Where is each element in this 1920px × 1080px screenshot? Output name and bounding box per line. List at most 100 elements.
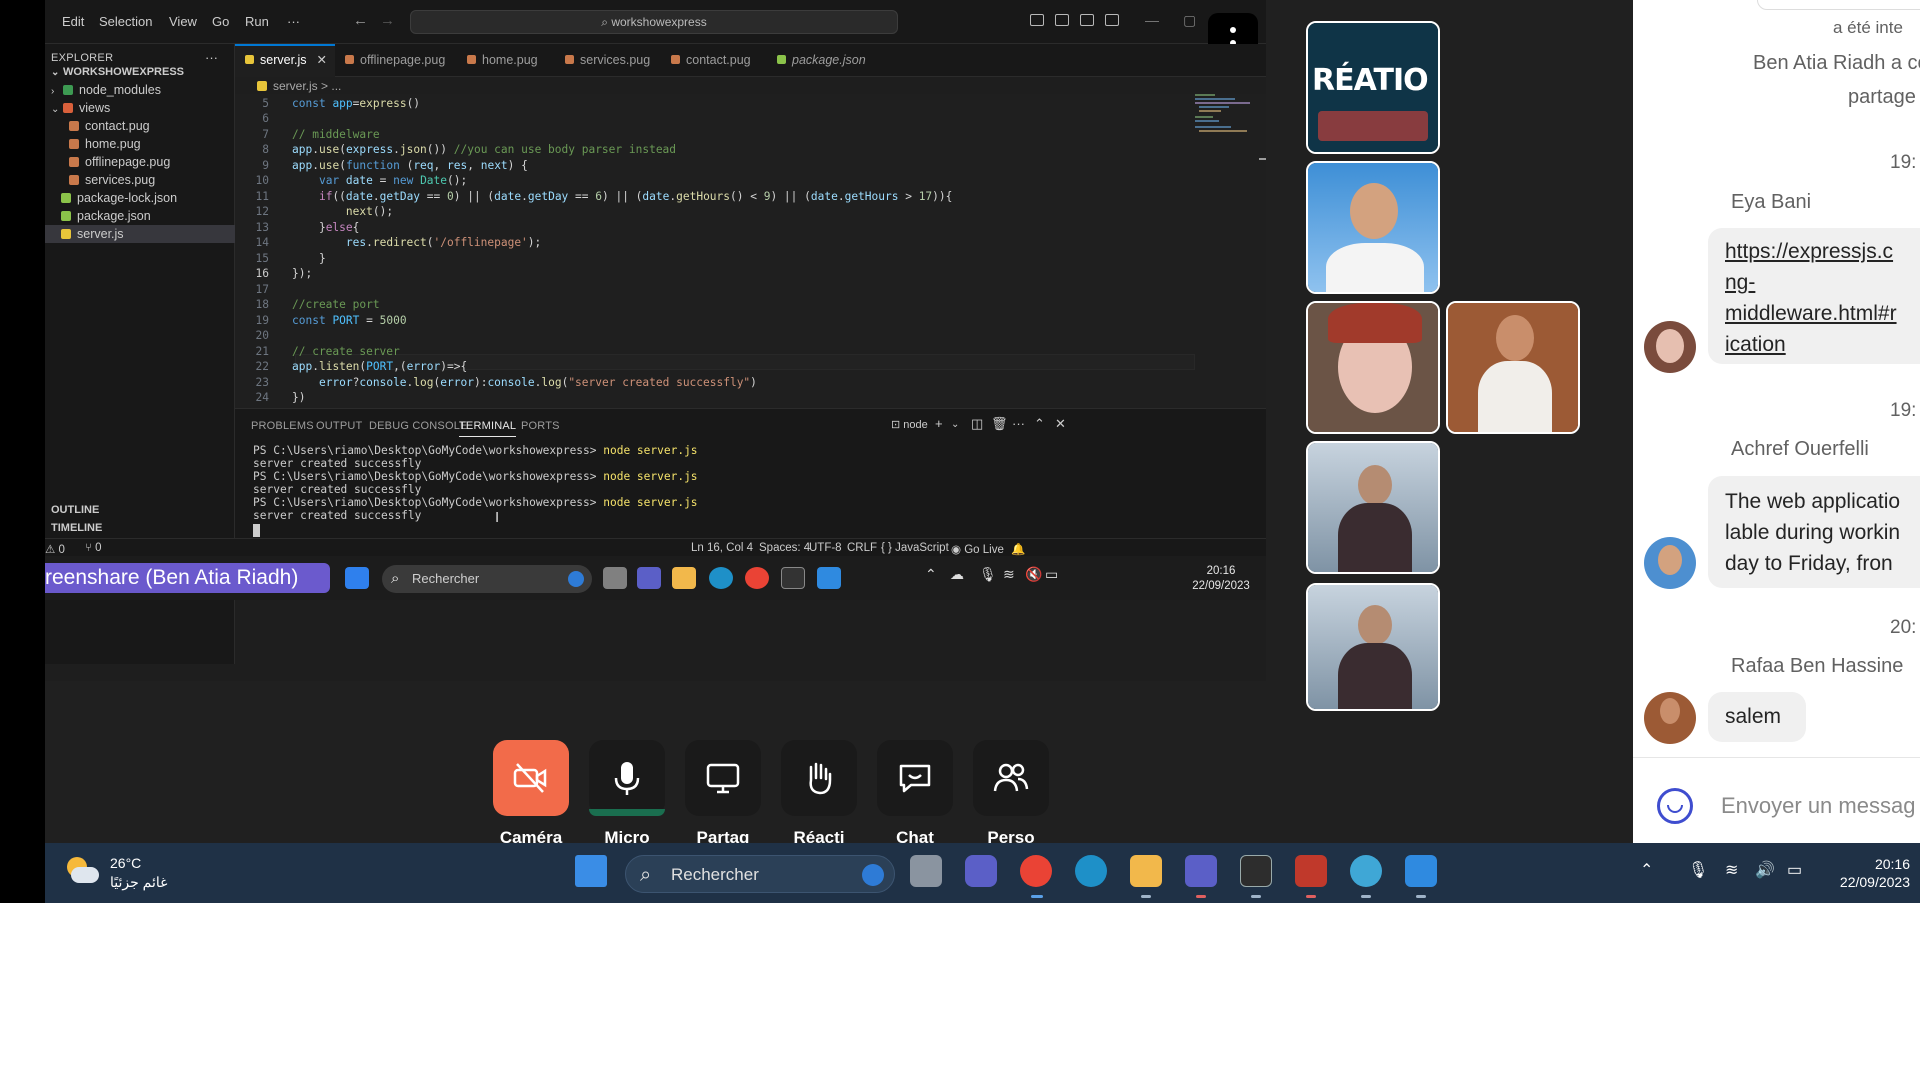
editor-scrollbar[interactable] (1257, 94, 1266, 408)
participant-tile-4[interactable] (1446, 301, 1580, 434)
reactions-button[interactable]: Réacti (781, 740, 857, 847)
terminal-app-icon[interactable] (1240, 855, 1272, 887)
panel-tab-terminal[interactable]: TERMINAL (459, 420, 517, 437)
taskbar-search[interactable]: ⌕ Rechercher (382, 565, 592, 593)
customize-layout-icon[interactable] (1105, 14, 1119, 26)
tab-package-json[interactable]: package.json (767, 44, 877, 77)
teams-chat-icon[interactable] (965, 855, 997, 887)
teams-icon[interactable] (1185, 855, 1217, 887)
maximize-panel-icon[interactable]: ⌃ (1034, 416, 1045, 432)
tree-item-views[interactable]: ⌄ views (45, 99, 235, 117)
menu-go[interactable]: Go (212, 14, 229, 29)
tray-chevron-icon[interactable]: ⌃ (925, 566, 937, 583)
problems-warnings[interactable]: ⑂ 0 (85, 542, 102, 554)
toggle-sidebar-icon[interactable] (1030, 14, 1044, 26)
participant-tile-6[interactable] (1306, 583, 1440, 711)
chrome-icon[interactable] (1020, 855, 1052, 887)
message-link-line[interactable]: middleware.html#r (1725, 302, 1897, 325)
toggle-secondary-sidebar-icon[interactable] (1080, 14, 1094, 26)
close-tab-icon[interactable]: ✕ (317, 46, 327, 75)
end-of-line[interactable]: CRLF (847, 542, 877, 554)
split-terminal-icon[interactable]: ◫ (971, 416, 983, 432)
terminal-shell-selector[interactable]: ⊡ node (891, 418, 928, 431)
participant-tile-2[interactable] (1306, 161, 1440, 294)
message-bubble[interactable]: The web applicatio lable during workin d… (1708, 476, 1920, 588)
tree-item-package-json[interactable]: package.json (45, 207, 235, 225)
panel-more-icon[interactable]: ··· (1012, 416, 1025, 431)
avatar[interactable] (1644, 321, 1696, 373)
avatar[interactable] (1644, 692, 1696, 744)
tree-item-node_modules[interactable]: › node_modules (45, 81, 235, 99)
tree-item-offlinepage-pug[interactable]: offlinepage.pug (45, 153, 235, 171)
file-explorer-icon[interactable] (1130, 855, 1162, 887)
participant-tile-logo[interactable]: RÉATIO (1306, 21, 1440, 154)
taskbar-search[interactable]: ⌕ Rechercher (625, 855, 895, 893)
menu-more[interactable]: ··· (287, 14, 300, 29)
encoding[interactable]: UTF-8 (809, 542, 842, 554)
camera-button[interactable]: Caméra (493, 740, 569, 847)
windows-start-icon[interactable] (575, 855, 607, 887)
close-panel-icon[interactable]: ✕ (1055, 416, 1066, 432)
microphone-tray-icon[interactable]: 🎙 (979, 566, 997, 583)
tree-item-home-pug[interactable]: home.pug (45, 135, 235, 153)
battery-icon[interactable]: ▭ (1787, 860, 1802, 880)
vscode-app-icon[interactable] (1405, 855, 1437, 887)
menu-run[interactable]: Run (245, 14, 269, 29)
menu-selection[interactable]: Selection (99, 14, 152, 29)
menu-view[interactable]: View (169, 14, 197, 29)
indentation[interactable]: Spaces: 4 (759, 542, 810, 554)
participant-tile-3[interactable] (1306, 301, 1440, 434)
participant-tile-5[interactable] (1306, 441, 1440, 574)
notifications-bell-icon[interactable]: 🔔 (1011, 542, 1025, 556)
weather-icon[interactable] (65, 855, 99, 889)
outline-section[interactable]: OUTLINE (51, 504, 99, 516)
snipping-tool-icon[interactable] (1295, 855, 1327, 887)
message-link-line[interactable]: ication (1725, 333, 1786, 356)
people-button[interactable]: Perso (973, 740, 1049, 847)
edge-icon[interactable] (709, 567, 733, 589)
chat-button[interactable]: Chat (877, 740, 953, 847)
chat-message-input[interactable]: Envoyer un messag (1721, 793, 1915, 819)
message-link-line[interactable]: ng- (1725, 271, 1755, 294)
kill-terminal-icon[interactable]: 🗑 (991, 416, 1008, 432)
tab-home-pug[interactable]: home.pug (457, 44, 555, 77)
timeline-section[interactable]: TIMELINE (51, 522, 102, 534)
minimap[interactable] (1195, 94, 1257, 154)
battery-icon[interactable]: ▭ (1045, 566, 1058, 583)
taskbar-clock[interactable]: 20:16 22/09/2023 (1810, 855, 1910, 891)
tab-contact-pug[interactable]: contact.pug (661, 44, 767, 77)
terminal-dropdown-icon[interactable]: ⌄ (951, 419, 959, 430)
forward-arrow-icon[interactable]: → (380, 12, 395, 29)
tree-item-contact-pug[interactable]: contact.pug (45, 117, 235, 135)
tree-item-server-js[interactable]: server.js (45, 225, 235, 243)
language-mode[interactable]: { } JavaScript (881, 542, 949, 554)
tab-server-js[interactable]: server.js ✕ (235, 44, 335, 77)
minimize-icon[interactable]: — (1145, 12, 1159, 28)
tree-item-services-pug[interactable]: services.pug (45, 171, 235, 189)
workspace-root[interactable]: ⌄ WORKSHOWEXPRESS (45, 63, 235, 81)
share-button[interactable]: Partag (685, 740, 761, 847)
chrome-icon[interactable] (745, 567, 769, 589)
command-center-search[interactable]: ⌕ workshowexpress (410, 10, 898, 34)
panel-tab-problems[interactable]: PROBLEMS (251, 420, 314, 432)
wifi-icon[interactable]: ≋ (1003, 566, 1015, 583)
panel-tab-output[interactable]: OUTPUT (316, 420, 362, 432)
breadcrumb[interactable]: server.js > ... (257, 79, 341, 93)
microphone-button[interactable]: Micro (589, 740, 665, 847)
problems-errors[interactable]: ⚠ 0 (45, 542, 65, 556)
windows-start-icon[interactable] (345, 567, 369, 589)
tree-item-package-lock-json[interactable]: package-lock.json (45, 189, 235, 207)
toggle-panel-icon[interactable] (1055, 14, 1069, 26)
inner-taskbar-clock[interactable]: 20:16 22/09/2023 (1176, 564, 1266, 594)
emoji-icon[interactable] (1657, 788, 1693, 824)
tab-offlinepage-pug[interactable]: offlinepage.pug (335, 44, 457, 77)
message-bubble[interactable]: salem (1708, 692, 1806, 742)
code-editor[interactable]: 4//create instance5const app=express()67… (235, 94, 1266, 408)
teams-chat-icon[interactable] (637, 567, 661, 589)
onedrive-icon[interactable]: ☁ (950, 566, 964, 583)
go-live-button[interactable]: ◉ Go Live (951, 542, 1004, 556)
volume-muted-icon[interactable]: 🔇 (1025, 566, 1042, 583)
wifi-icon[interactable]: ≋ (1725, 860, 1738, 880)
edge-icon[interactable] (1075, 855, 1107, 887)
tray-chevron-icon[interactable]: ⌃ (1640, 860, 1653, 880)
